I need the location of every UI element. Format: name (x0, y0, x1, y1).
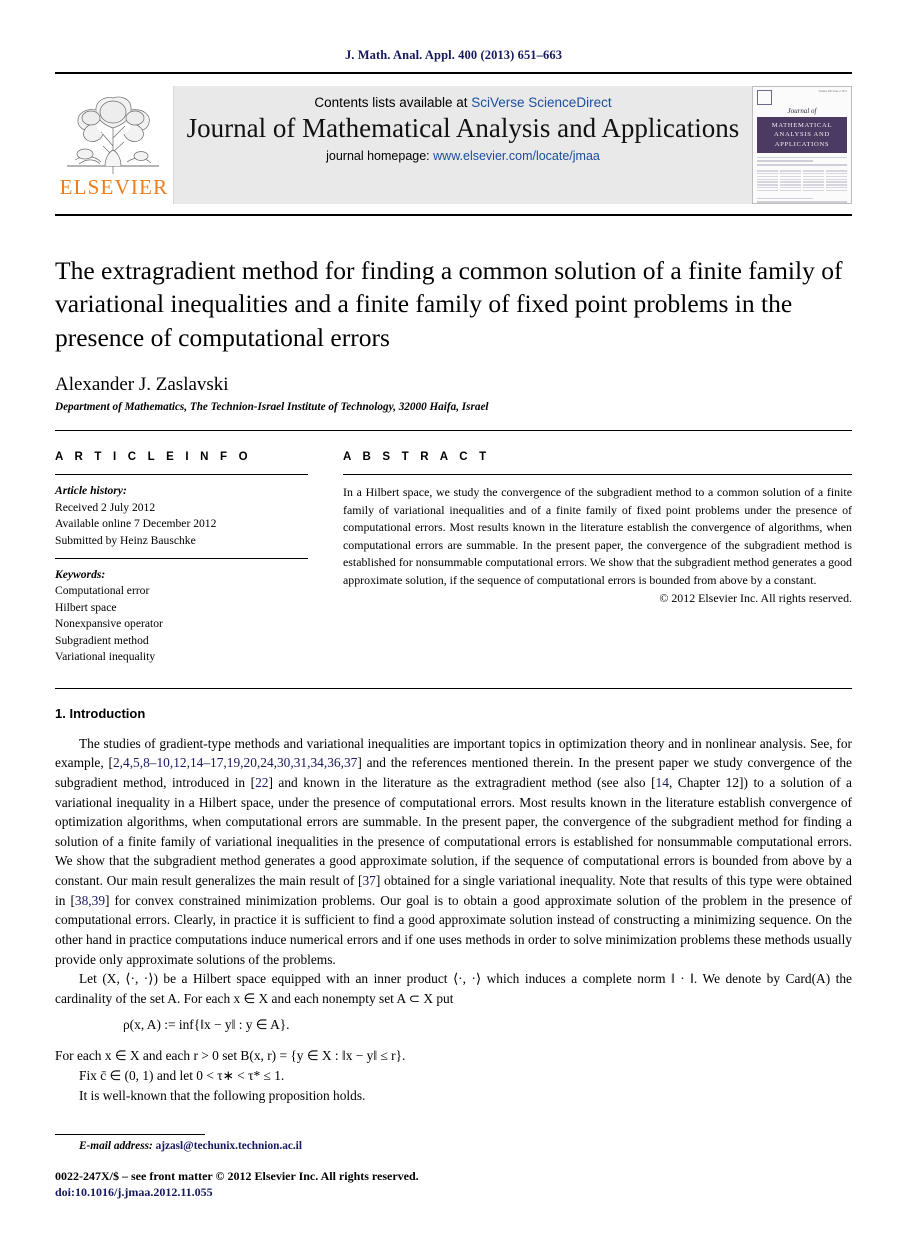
email-link[interactable]: ajzasl@techunix.technion.ac.il (156, 1140, 302, 1152)
page-footer: E-mail address: ajzasl@techunix.technion… (55, 1134, 852, 1200)
cover-elsevier-icon (757, 90, 772, 105)
line-wellknown-proposition: It is well-known that the following prop… (79, 1087, 366, 1103)
keyword-item: Computational error (55, 584, 150, 598)
cover-title-block: MATHEMATICAL ANALYSIS AND APPLICATIONS (757, 117, 847, 153)
journal-masthead: ELSEVIER Contents lists available at Sci… (55, 86, 852, 204)
contents-available-line: Contents lists available at SciVerse Sci… (184, 95, 742, 110)
cover-rule (757, 197, 813, 200)
received-date: Received 2 July 2012 (55, 500, 156, 514)
info-abstract-section: A R T I C L E I N F O Article history: R… (55, 451, 852, 666)
submitted-by: Submitted by Heinz Bauschke (55, 533, 196, 547)
citation-37[interactable]: 37 (362, 873, 375, 888)
citation-14[interactable]: 14 (656, 775, 669, 790)
intro-text-d: , Chapter 12]) to a solution of a variat… (55, 774, 852, 889)
masthead-center-panel: Contents lists available at SciVerse Sci… (174, 86, 752, 204)
citation-group[interactable]: 2,4,5,8–10,12,14–17,19,20,24,30,31,34,36… (113, 755, 357, 770)
cover-editor-lines (757, 156, 847, 166)
email-footnote: E-mail address: ajzasl@techunix.technion… (55, 1140, 852, 1152)
running-head: J. Math. Anal. Appl. 400 (2013) 651–663 (344, 48, 563, 62)
cover-board-column (780, 169, 801, 193)
author-name: Alexander J. Zaslavski (55, 374, 229, 396)
email-label: E-mail address: (79, 1140, 153, 1152)
introduction-body: The studies of gradient-type methods and… (55, 734, 852, 1009)
author-affiliation: Department of Mathematics, The Technion-… (55, 401, 489, 414)
cover-top-row: Volume 400 Issue 2 2013 (757, 90, 847, 105)
journal-title: Journal of Mathematical Analysis and App… (186, 113, 740, 143)
available-online-date: Available online 7 December 2012 (55, 517, 217, 531)
journal-homepage-link[interactable]: www.elsevier.com/locate/jmaa (433, 149, 600, 163)
keywords-label: Keywords: (55, 567, 106, 581)
elsevier-tree-icon (67, 96, 159, 174)
cover-title-line-1: MATHEMATICAL (771, 121, 833, 129)
keyword-item: Subgradient method (55, 633, 149, 647)
article-info-column: A R T I C L E I N F O Article history: R… (55, 451, 308, 666)
footnote-rule (55, 1134, 205, 1135)
intro-text-c: ] and known in the literature as the ext… (268, 774, 656, 790)
cover-top-text: Volume 400 Issue 2 2013 (818, 90, 847, 93)
abstract-rule (343, 474, 852, 476)
article-history-label: Article history: (55, 484, 127, 498)
column-gap (308, 451, 343, 666)
introduction-paragraph-2: Let (X, ⟨·, ·⟩) be a Hilbert space equip… (55, 971, 852, 1006)
keyword-item: Hilbert space (55, 600, 117, 614)
contents-prefix: Contents lists available at (314, 95, 472, 110)
keyword-item: Nonexpansive operator (55, 617, 163, 631)
abstract-heading: A B S T R A C T (343, 451, 491, 464)
cover-footer-lines (757, 197, 847, 203)
intro-text-f: ] for convex constrained minimization pr… (55, 892, 852, 967)
section-heading-introduction: 1. Introduction (55, 705, 146, 721)
cover-title-line-2: ANALYSIS AND (774, 131, 830, 139)
page-title: The extragradient method for finding a c… (55, 256, 843, 352)
article-info-heading: A R T I C L E I N F O (55, 451, 252, 464)
line-fix-constants: Fix c̄ ∈ (0, 1) and let 0 < τ∗ < τ* ≤ 1. (79, 1068, 285, 1084)
keywords-rule (55, 557, 308, 559)
title-divider (55, 430, 852, 432)
keyword-item: Variational inequality (55, 650, 156, 664)
introduction-paragraph-1: The studies of gradient-type methods and… (55, 734, 852, 970)
journal-cover-thumbnail[interactable]: Volume 400 Issue 2 2013 Journal of MATHE… (752, 86, 852, 204)
article-history-group: Article history: Received 2 July 2012 Av… (55, 483, 308, 549)
cover-board-columns (757, 169, 847, 193)
formula-rho-definition: ρ(x, A) := inf{‖x − y‖ : y ∈ A}. (123, 1017, 290, 1033)
cover-board-column (757, 169, 778, 193)
cover-rule (757, 164, 847, 166)
introduction-divider (55, 687, 852, 689)
cover-rule (757, 201, 847, 203)
cover-rule (757, 156, 847, 159)
cover-script-word: Journal of (787, 107, 817, 115)
journal-homepage-line: journal homepage: www.elsevier.com/locat… (184, 149, 742, 163)
introduction-body-continued: For each x ∈ X and each r > 0 set B(x, r… (55, 1046, 852, 1105)
article-info-rule (55, 474, 308, 476)
elsevier-wordmark: ELSEVIER (59, 175, 169, 199)
masthead-divider (55, 214, 852, 216)
citation-38-39[interactable]: 38,39 (75, 893, 105, 908)
abstract-copyright: © 2012 Elsevier Inc. All rights reserved… (659, 591, 852, 606)
cover-board-column (803, 169, 824, 193)
abstract-column: A B S T R A C T In a Hilbert space, we s… (343, 451, 852, 666)
keywords-group: Keywords: Computational error Hilbert sp… (55, 567, 308, 666)
header-divider (55, 72, 852, 74)
cover-rule (757, 160, 813, 163)
sciencedirect-link[interactable]: SciVerse ScienceDirect (471, 95, 611, 110)
elsevier-logo: ELSEVIER (55, 86, 174, 204)
doi-link[interactable]: doi:10.1016/j.jmaa.2012.11.055 (55, 1185, 852, 1200)
cover-board-column (826, 169, 847, 193)
line-ball-definition: For each x ∈ X and each r > 0 set B(x, r… (55, 1048, 406, 1064)
cover-title-line-3: APPLICATIONS (774, 140, 830, 148)
issn-copyright-line: 0022-247X/$ – see front matter © 2012 El… (55, 1169, 419, 1183)
homepage-prefix: journal homepage: (326, 148, 434, 163)
journal-article-page: J. Math. Anal. Appl. 400 (2013) 651–663 (0, 0, 907, 1238)
abstract-text: In a Hilbert space, we study the converg… (343, 485, 852, 587)
citation-22[interactable]: 22 (255, 775, 268, 790)
